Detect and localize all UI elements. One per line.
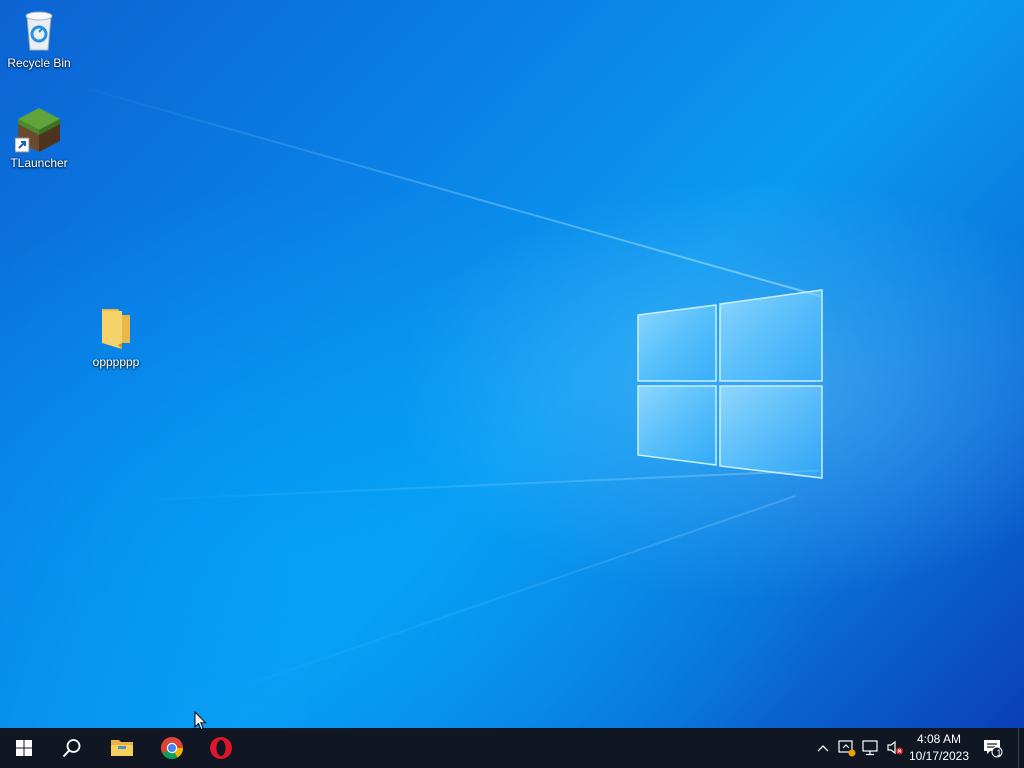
tray-security-button[interactable] (836, 728, 858, 768)
windows-start-icon (16, 740, 32, 756)
volume-muted-icon (887, 740, 903, 755)
clock-time: 4:08 AM (916, 732, 962, 746)
file-explorer-icon (111, 740, 133, 756)
windows-logo-wallpaper (637, 289, 823, 479)
folder-icon (92, 305, 140, 353)
taskbar-file-explorer[interactable] (98, 728, 146, 768)
taskbar: 4:08 AM 10/17/2023 1 (0, 728, 1024, 768)
desktop-icon-folder[interactable]: opppppp (78, 305, 154, 369)
recycle-bin-icon (15, 6, 63, 54)
taskbar-chrome[interactable] (148, 728, 196, 768)
opera-icon (210, 737, 232, 759)
desktop[interactable]: Recycle Bin TLauncher opppppp (0, 0, 1024, 728)
desktop-icon-label: Recycle Bin (7, 56, 71, 70)
network-icon (862, 740, 878, 756)
light-beam (59, 80, 821, 298)
show-hidden-icons-button[interactable] (814, 728, 832, 768)
mouse-cursor-icon (194, 711, 207, 731)
taskbar-opera[interactable] (197, 728, 245, 768)
clock-date: 10/17/2023 (908, 749, 970, 763)
chrome-icon (161, 737, 183, 759)
notification-count-badge: 1 (996, 748, 1002, 758)
tray-network-button[interactable] (860, 728, 882, 768)
action-center-button[interactable]: 1 (978, 728, 1008, 768)
light-beam (199, 494, 797, 702)
tlauncher-icon (14, 106, 63, 154)
desktop-icon-label: opppppp (92, 355, 140, 369)
chevron-up-icon (817, 745, 829, 752)
desktop-icon-label: TLauncher (10, 156, 68, 170)
security-warning-icon (838, 740, 856, 757)
desktop-icon-tlauncher[interactable]: TLauncher (1, 106, 77, 170)
search-button[interactable] (48, 728, 96, 768)
show-desktop-button[interactable] (1018, 728, 1024, 768)
search-icon (62, 739, 81, 758)
desktop-icon-recycle-bin[interactable]: Recycle Bin (1, 6, 77, 70)
taskbar-clock[interactable]: 4:08 AM 10/17/2023 (903, 731, 975, 765)
start-button[interactable] (0, 728, 48, 768)
